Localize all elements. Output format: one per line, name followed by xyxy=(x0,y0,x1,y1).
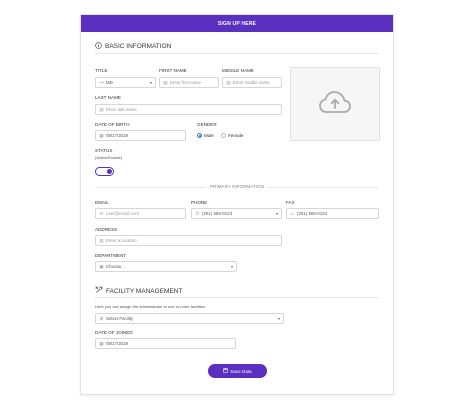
basic-info-heading: BASIC INFORMATION xyxy=(95,42,171,51)
signup-title: SIGN UP HERE xyxy=(217,20,257,27)
photo-upload[interactable] xyxy=(290,67,380,141)
gender-female-radio[interactable]: Female xyxy=(220,133,244,138)
last-name-field[interactable]: ▤ Enter last name xyxy=(95,104,282,115)
chevron-down-icon: ▾ xyxy=(230,264,233,269)
id-card-icon: ▤ xyxy=(163,79,168,85)
id-card-icon: ▤ xyxy=(226,79,231,85)
title-select[interactable]: ⊶ MD ▾ xyxy=(95,77,156,88)
chevron-down-icon: ▾ xyxy=(277,316,280,321)
gender-female-label: Female xyxy=(227,133,244,138)
facility-placeholder: Select Facility xyxy=(106,316,134,321)
status-label: STATUS xyxy=(95,148,113,153)
floppy-disk-icon xyxy=(223,368,229,374)
doj-field[interactable]: ▦ 08/17/2019 xyxy=(95,338,236,349)
phone-placeholder: (201) 555-0123 xyxy=(202,211,233,216)
middle-name-placeholder: Enter middle name xyxy=(233,80,270,85)
save-button-label: Save Data xyxy=(230,368,252,374)
first-name-field[interactable]: ▤ Enter first name xyxy=(159,77,219,88)
gender-label: GENDER xyxy=(197,122,217,127)
info-icon xyxy=(95,42,102,51)
fax-field[interactable]: ▭ (201) 555-0123 xyxy=(286,208,379,219)
dob-label: DATE OF BIRTH xyxy=(95,122,130,127)
calendar-icon: ▦ xyxy=(99,340,104,346)
email-placeholder: user@email.com xyxy=(106,211,140,216)
facility-heading: FACILITY MANAGEMENT xyxy=(95,286,182,296)
fax-placeholder: (201) 555-0123 xyxy=(297,211,328,216)
building-icon: ▣ xyxy=(99,263,104,269)
phone-field[interactable]: ✆ (201) 555-0123 ▾ xyxy=(191,208,282,219)
map-icon: ▥ xyxy=(99,237,104,243)
basic-info-title: BASIC INFORMATION xyxy=(105,43,172,50)
doj-label: DATE OF JOINED xyxy=(95,330,133,335)
email-field[interactable]: ✉ user@email.com xyxy=(95,208,186,219)
last-name-label: LAST NAME xyxy=(95,95,121,100)
gender-male-label: Male xyxy=(204,133,214,138)
middle-name-label: MIDDLE NAME xyxy=(222,68,254,73)
middle-name-field[interactable]: ▤ Enter middle name xyxy=(222,77,282,88)
fax-label: FAX xyxy=(286,200,295,205)
hospital-icon: ⊞ xyxy=(99,315,104,321)
facility-hint: Here you can assign the administrator to… xyxy=(95,304,205,309)
tools-icon xyxy=(95,286,103,296)
address-label: ADDRESS xyxy=(95,227,118,232)
chevron-down-icon: ▾ xyxy=(275,211,278,216)
facility-select[interactable]: ⊞ Select Facility ▾ xyxy=(95,313,284,324)
primary-divider-label: PRIMARY INFORMATION xyxy=(206,184,268,189)
section-divider xyxy=(95,297,379,298)
radio-selected-icon xyxy=(197,133,202,138)
dob-value: 08/17/2019 xyxy=(106,133,128,138)
chevron-down-icon: ▾ xyxy=(149,80,152,85)
address-field[interactable]: ▥ Enter a location xyxy=(95,235,282,246)
phone-icon: ✆ xyxy=(195,210,200,216)
department-label: DEPARTMENT xyxy=(95,253,127,258)
email-label: EMAIL xyxy=(95,200,109,205)
title-value: MD xyxy=(106,80,113,85)
status-hint: (Active/Enable) xyxy=(95,155,123,160)
section-divider xyxy=(95,53,379,54)
signup-card: SIGN UP HERE BASIC INFORMATION TITLE ⊶ M… xyxy=(80,14,394,395)
envelope-icon: ✉ xyxy=(99,210,104,216)
status-toggle[interactable] xyxy=(95,167,114,176)
dob-field[interactable]: ▦ 08/17/2019 xyxy=(95,130,186,141)
user-tag-icon: ⊶ xyxy=(99,79,104,85)
department-select[interactable]: ▣ Choose... ▾ xyxy=(95,261,237,272)
facility-title: FACILITY MANAGEMENT xyxy=(106,287,183,295)
calendar-icon: ▦ xyxy=(99,132,104,138)
gender-male-radio[interactable]: Male xyxy=(197,133,214,138)
toggle-knob xyxy=(107,169,112,174)
title-label: TITLE xyxy=(95,68,108,73)
department-value: Choose... xyxy=(106,264,125,269)
first-name-placeholder: Enter first name xyxy=(170,80,201,85)
last-name-placeholder: Enter last name xyxy=(106,107,137,112)
address-placeholder: Enter a location xyxy=(106,238,137,243)
primary-divider: PRIMARY INFORMATION xyxy=(81,184,393,189)
cloud-upload-icon xyxy=(318,89,352,120)
phone-label: PHONE xyxy=(191,200,208,205)
id-card-icon: ▤ xyxy=(99,106,104,112)
first-name-label: FIRST NAME xyxy=(159,68,187,73)
radio-empty-icon xyxy=(220,133,226,138)
signup-header: SIGN UP HERE xyxy=(81,15,393,32)
save-button[interactable]: Save Data xyxy=(208,364,267,378)
doj-value: 08/17/2019 xyxy=(106,341,128,346)
fax-icon: ▭ xyxy=(290,210,295,216)
gender-radio-group: Male Female xyxy=(197,133,243,138)
